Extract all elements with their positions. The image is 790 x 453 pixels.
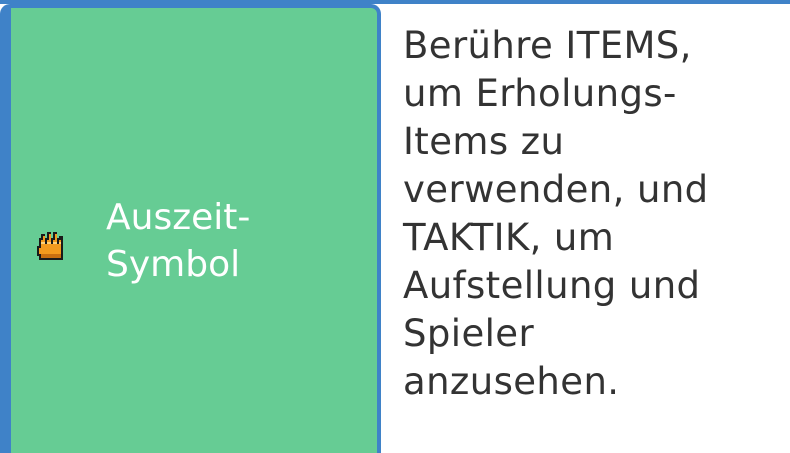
description-line: verwenden, und [403,168,709,211]
info-table: Auszeit- Symbol Berühre ITEMS, um Erholu… [0,0,790,453]
description-line: Aufstellung und [403,264,701,307]
timeout-hand-icon [37,232,63,260]
description-line: Items zu [403,120,565,163]
icon-label-line: Auszeit- [106,197,251,238]
description-line: anzusehen. [403,360,620,403]
icon-cell: Auszeit- Symbol [0,4,381,453]
description-line: Spieler [403,312,535,355]
description-line: Berühre ITEMS, [403,24,692,67]
description-line: TAKTIK, um [403,216,615,259]
icon-label-line: Symbol [106,244,241,285]
description-line: um Erholungs- [403,72,677,115]
description-cell: Berühre ITEMS, um Erholungs- Items zu ve… [381,4,790,453]
icon-label: Auszeit- Symbol [106,194,250,288]
